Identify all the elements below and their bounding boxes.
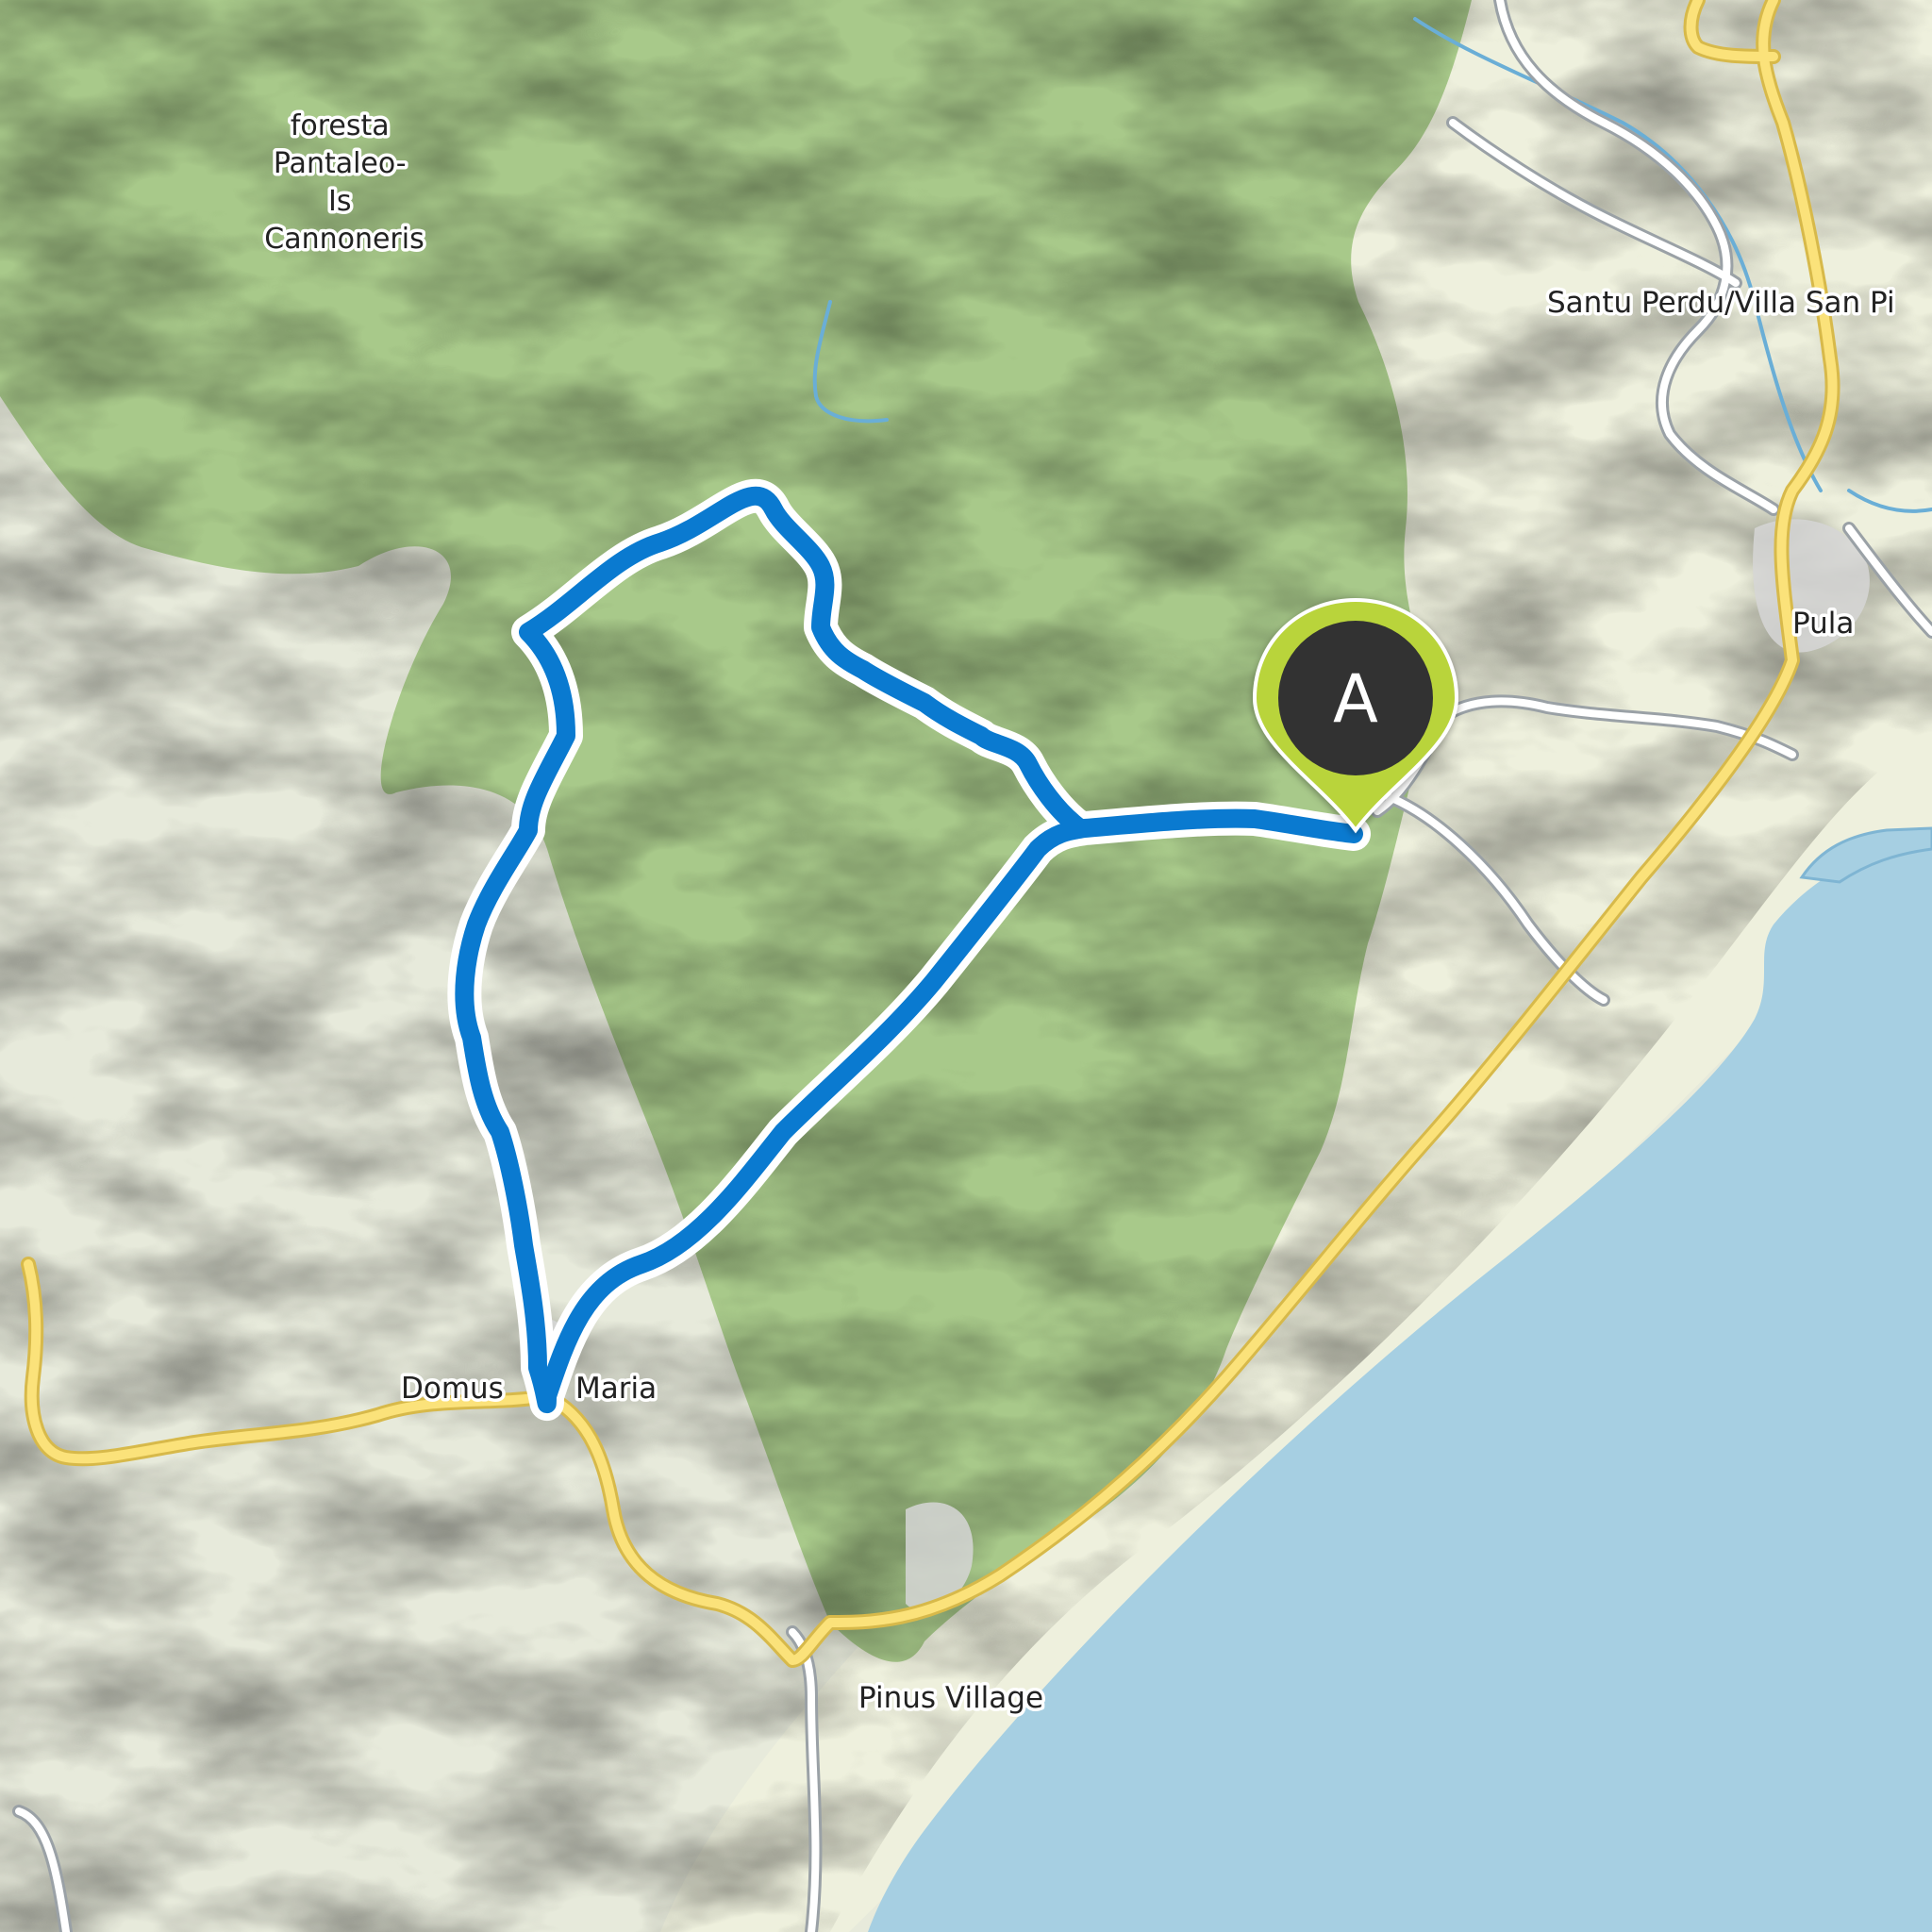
place-label-foresta-line-1: foresta (291, 109, 390, 142)
place-label-santu-perdu: Santu Perdu/Villa San Pi (1547, 286, 1895, 320)
place-label-pinus-village: Pinus Village (858, 1681, 1043, 1715)
place-label-pula: Pula (1792, 607, 1854, 641)
place-label-maria: Maria (575, 1372, 657, 1406)
place-label-domus: Domus (401, 1372, 504, 1406)
place-label-foresta-line-2: Pantaleo- (274, 147, 407, 180)
map-canvas[interactable]: foresta Pantaleo- Is Cannoneris Santu Pe… (0, 0, 1932, 1932)
start-marker-letter: A (1333, 660, 1378, 738)
place-label-foresta-line-3: Is (328, 185, 351, 218)
place-label-foresta-line-4: Cannoneris (264, 223, 424, 256)
